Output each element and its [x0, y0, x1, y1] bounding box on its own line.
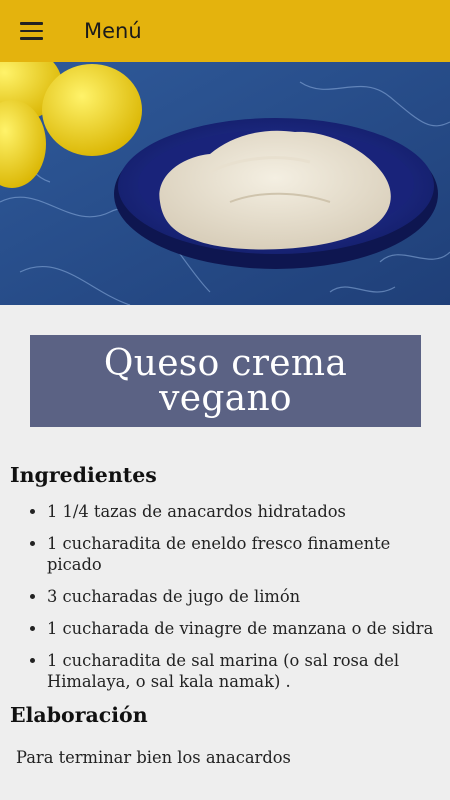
preparation-text: Para terminar bien los anacardos	[16, 748, 291, 767]
recipe-title-box: Queso crema vegano	[30, 335, 421, 427]
app-bar-title: Menú	[84, 19, 142, 43]
ingredient-item: 1 cucharadita de sal marina (o sal rosa …	[47, 650, 440, 692]
ingredients-heading: Ingredientes	[10, 463, 157, 487]
recipe-content: Ingredientes 1 1/4 tazas de anacardos hi…	[10, 463, 440, 768]
recipe-title: Queso crema vegano	[103, 343, 348, 419]
ingredient-item: 1 1/4 tazas de anacardos hidratados	[47, 501, 440, 522]
ingredient-item: 3 cucharadas de jugo de limón	[47, 586, 440, 607]
hero-image	[0, 62, 450, 305]
hamburger-menu-icon[interactable]	[20, 16, 50, 46]
ingredients-list: 1 1/4 tazas de anacardos hidratados 1 cu…	[10, 501, 440, 692]
hero-photo	[0, 62, 450, 305]
preparation-heading: Elaboración	[10, 703, 148, 727]
app-bar: Menú	[0, 0, 450, 62]
ingredient-item: 1 cucharadita de eneldo fresco finamente…	[47, 533, 440, 575]
ingredient-item: 1 cucharada de vinagre de manzana o de s…	[47, 618, 440, 639]
